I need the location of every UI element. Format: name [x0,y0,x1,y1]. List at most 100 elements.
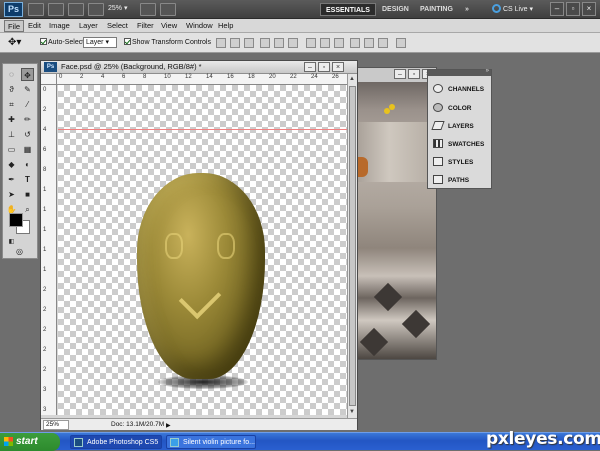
align-bottom-icon[interactable] [244,38,254,48]
ruler-origin[interactable] [41,74,57,85]
cs-live-menu[interactable]: CS Live ▾ [488,3,537,16]
arrange-documents-icon[interactable] [140,3,156,16]
panel-styles[interactable]: STYLES [430,154,491,171]
menu-image[interactable]: Image [46,20,73,32]
align-hcenter-icon[interactable] [274,38,284,48]
clone-stamp-tool-icon[interactable]: ⊥ [5,128,18,141]
crop-tool-icon[interactable]: ⌗ [5,98,18,111]
bg-window-restore-button[interactable]: ▫ [408,69,420,79]
ruler-tick-label: 6 [122,74,126,80]
workspace-design-button[interactable]: DESIGN [377,3,414,16]
vertical-ruler[interactable]: 0 2 4 6 8 1 1 1 1 1 2 2 2 2 2 3 3 [41,85,57,415]
gradient-tool-icon[interactable]: ▦ [21,143,34,156]
auto-align-layers-icon[interactable] [396,38,406,48]
restore-button[interactable]: ▫ [566,2,580,16]
doc-minimize-button[interactable]: – [304,62,316,72]
workspace-more-button[interactable]: » [460,3,474,16]
rectangle-tool-icon[interactable]: ■ [21,188,34,201]
auto-select-dropdown[interactable]: Layer ▾ [83,37,117,48]
minimize-button[interactable]: – [550,2,564,16]
marquee-tool-icon[interactable]: ◌ [5,68,18,81]
menu-layer[interactable]: Layer [76,20,101,32]
align-top-icon[interactable] [216,38,226,48]
distribute-hcenter-icon[interactable] [364,38,374,48]
horizontal-ruler[interactable]: 0 2 4 6 8 10 12 14 16 18 20 22 24 26 [57,74,347,85]
scrollbar-thumb[interactable] [349,86,356,406]
expand-panels-icon[interactable]: » [486,68,489,74]
lasso-tool-icon[interactable]: ϑ [5,83,18,96]
panel-dock-header[interactable]: » [428,68,491,76]
start-button[interactable]: start [0,433,60,451]
quick-mask-icon[interactable]: ◎ [13,245,26,258]
ruler-tick-label: 10 [164,74,171,80]
quick-selection-tool-icon[interactable]: ✎ [21,83,34,96]
doc-restore-button[interactable]: ▫ [318,62,330,72]
close-button[interactable]: × [582,2,596,16]
document-canvas[interactable] [58,85,347,415]
zoom-input[interactable]: 25% [43,420,69,430]
move-tool-preset-icon[interactable]: ✥▾ [8,37,21,48]
dodge-tool-icon[interactable]: ◐ [21,158,34,171]
document-window[interactable]: Ps Face.psd @ 25% (Background, RGB/8#) *… [40,60,358,430]
panel-swatches[interactable]: SWATCHES [430,136,491,153]
pen-tool-icon[interactable]: ✒ [5,173,18,186]
align-left-icon[interactable] [260,38,270,48]
distribute-vcenter-icon[interactable] [320,38,330,48]
move-tool-icon[interactable]: ✥ [21,68,34,81]
menu-help[interactable]: Help [215,20,236,32]
background-document-window[interactable]: – ▫ × [355,67,437,360]
align-vcenter-icon[interactable] [230,38,240,48]
hand-tool-icon[interactable] [88,3,104,16]
align-right-icon[interactable] [288,38,298,48]
bg-window-minimize-button[interactable]: – [394,69,406,79]
menu-view[interactable]: View [158,20,180,32]
doc-close-button[interactable]: × [332,62,344,72]
healing-brush-tool-icon[interactable]: ✚ [5,113,18,126]
panel-channels[interactable]: CHANNELS [430,81,491,98]
scroll-down-icon[interactable]: ▼ [348,408,356,416]
ruler-tick-label: 2 [43,327,47,333]
eraser-tool-icon[interactable]: ▭ [5,143,18,156]
transform-controls-checkbox[interactable] [124,38,131,45]
workspace-painting-button[interactable]: PAINTING [415,3,458,16]
panel-channels-label: CHANNELS [448,86,485,93]
tools-panel: ◌ ✥ ϑ ✎ ⌗ ⁄ ✚ ✏ ⊥ ↺ ▭ ▦ ◆ ◐ ✒ T ➤ ■ ✋ ⌕ … [2,63,38,259]
horizontal-guide[interactable] [58,129,347,130]
foreground-color-swatch[interactable] [9,213,23,227]
menu-file[interactable]: File [4,20,25,32]
history-brush-tool-icon[interactable]: ↺ [21,128,34,141]
screen-mode-icon[interactable] [160,3,176,16]
distribute-right-icon[interactable] [378,38,388,48]
scroll-up-icon[interactable]: ▲ [348,75,356,83]
vertical-scrollbar[interactable]: ▲ ▼ [347,74,357,418]
menu-edit[interactable]: Edit [25,20,44,32]
panel-paths[interactable]: PATHS [430,172,491,189]
menu-window[interactable]: Window [183,20,216,32]
panel-layers[interactable]: LAYERS [430,118,491,135]
distribute-bottom-icon[interactable] [334,38,344,48]
taskbar-browser[interactable]: Silent violin picture fo... [166,435,256,449]
auto-select-checkbox[interactable] [40,38,47,45]
type-tool-icon[interactable]: T [21,173,34,186]
workspace-essentials-button[interactable]: ESSENTIALS [320,3,376,16]
bridge-icon[interactable] [28,3,44,16]
auto-select-option[interactable]: Auto-Select: [40,38,86,46]
zoom-level-select[interactable]: 25% ▾ [108,4,127,12]
brush-tool-icon[interactable]: ✏ [21,113,34,126]
transform-controls-option[interactable]: Show Transform Controls [124,38,211,46]
distribute-top-icon[interactable] [306,38,316,48]
ruler-tick-label: 2 [43,107,47,113]
view-extras-icon[interactable] [68,3,84,16]
path-selection-tool-icon[interactable]: ➤ [5,188,18,201]
document-info[interactable]: Doc: 13.1M/20.7M [111,421,164,428]
document-titlebar[interactable]: Ps Face.psd @ 25% (Background, RGB/8#) *… [41,61,357,74]
blur-tool-icon[interactable]: ◆ [5,158,18,171]
menu-filter[interactable]: Filter [134,20,157,32]
menu-select[interactable]: Select [104,20,131,32]
taskbar-photoshop[interactable]: Adobe Photoshop CS5 [70,435,162,449]
eyedropper-tool-icon[interactable]: ⁄ [21,98,34,111]
panel-color[interactable]: COLOR [430,100,491,117]
distribute-left-icon[interactable] [350,38,360,48]
status-menu-arrow-icon[interactable]: ▶ [166,422,171,429]
mini-bridge-icon[interactable] [48,3,64,16]
